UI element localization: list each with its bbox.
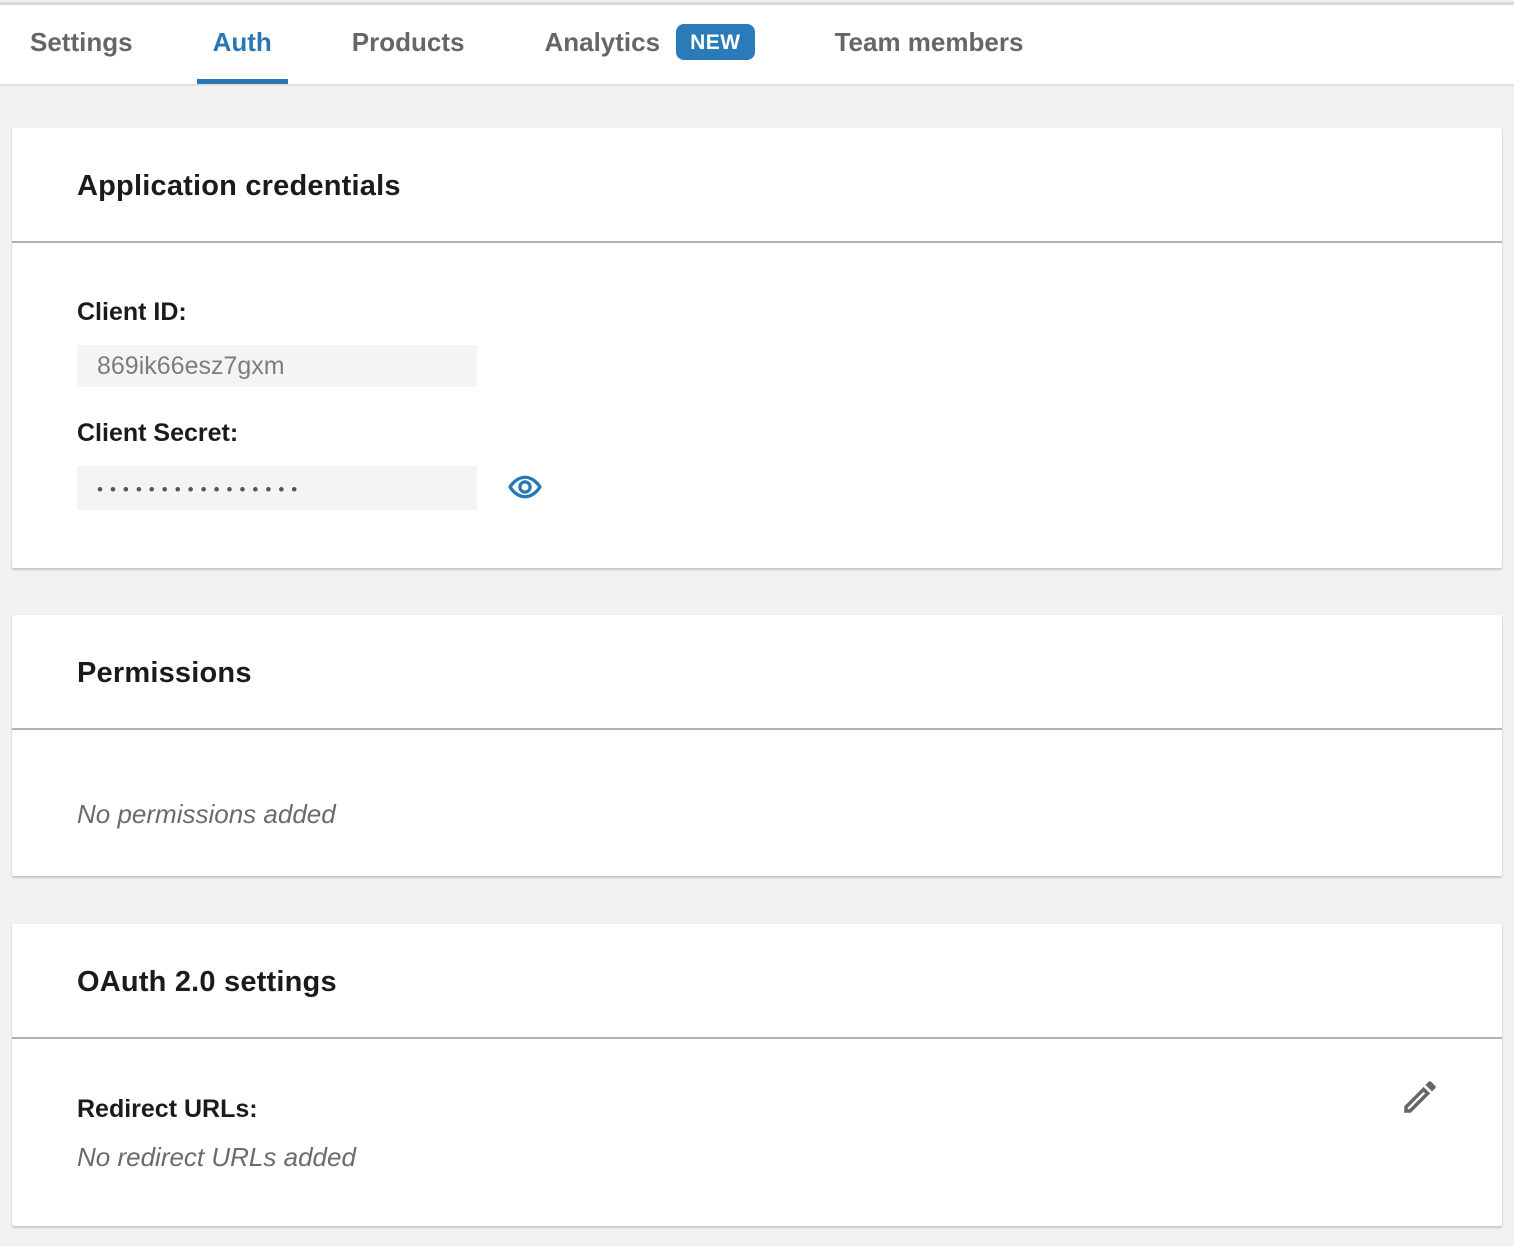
client-secret-value: •••••••••••••••• — [77, 466, 477, 510]
client-id-label: Client ID: — [77, 298, 1437, 327]
tab-products[interactable]: Products — [336, 5, 481, 84]
edit-redirect-urls-button[interactable] — [1398, 1076, 1442, 1120]
tab-team-members[interactable]: Team members — [819, 5, 1040, 84]
new-badge: NEW — [676, 24, 755, 60]
reveal-secret-button[interactable] — [507, 470, 543, 506]
eye-icon — [507, 469, 543, 508]
permissions-title: Permissions — [77, 657, 1437, 690]
application-credentials-header: Application credentials — [12, 128, 1502, 243]
application-credentials-title: Application credentials — [77, 170, 1437, 203]
application-credentials-card: Application credentials Client ID: 869ik… — [12, 128, 1502, 568]
tab-products-label: Products — [352, 27, 465, 58]
client-id-value: 869ik66esz7gxm — [77, 345, 477, 387]
tab-team-members-label: Team members — [835, 27, 1024, 58]
permissions-body: No permissions added — [12, 730, 1502, 876]
permissions-card: Permissions No permissions added — [12, 615, 1502, 876]
redirect-urls-empty-text: No redirect URLs added — [77, 1142, 1437, 1173]
permissions-header: Permissions — [12, 615, 1502, 730]
tab-auth-label: Auth — [213, 27, 272, 58]
application-credentials-body: Client ID: 869ik66esz7gxm Client Secret:… — [12, 243, 1502, 568]
oauth-settings-title: OAuth 2.0 settings — [77, 966, 1437, 999]
permissions-empty-text: No permissions added — [77, 799, 1437, 830]
client-secret-label: Client Secret: — [77, 419, 1437, 448]
redirect-urls-label: Redirect URLs: — [77, 1095, 1437, 1124]
pencil-icon — [1399, 1076, 1441, 1121]
oauth-settings-header: OAuth 2.0 settings — [12, 924, 1502, 1039]
tab-settings[interactable]: Settings — [14, 5, 149, 84]
client-secret-row: •••••••••••••••• — [77, 466, 1437, 510]
oauth-settings-body: Redirect URLs: No redirect URLs added — [12, 1039, 1502, 1226]
tab-analytics-label: Analytics — [544, 27, 660, 58]
tab-settings-label: Settings — [30, 27, 133, 58]
tab-auth[interactable]: Auth — [197, 5, 288, 84]
oauth-settings-card: OAuth 2.0 settings Redirect URLs: No red… — [12, 924, 1502, 1226]
tab-analytics[interactable]: Analytics NEW — [528, 5, 770, 84]
tab-bar: Settings Auth Products Analytics NEW Tea… — [0, 2, 1514, 86]
